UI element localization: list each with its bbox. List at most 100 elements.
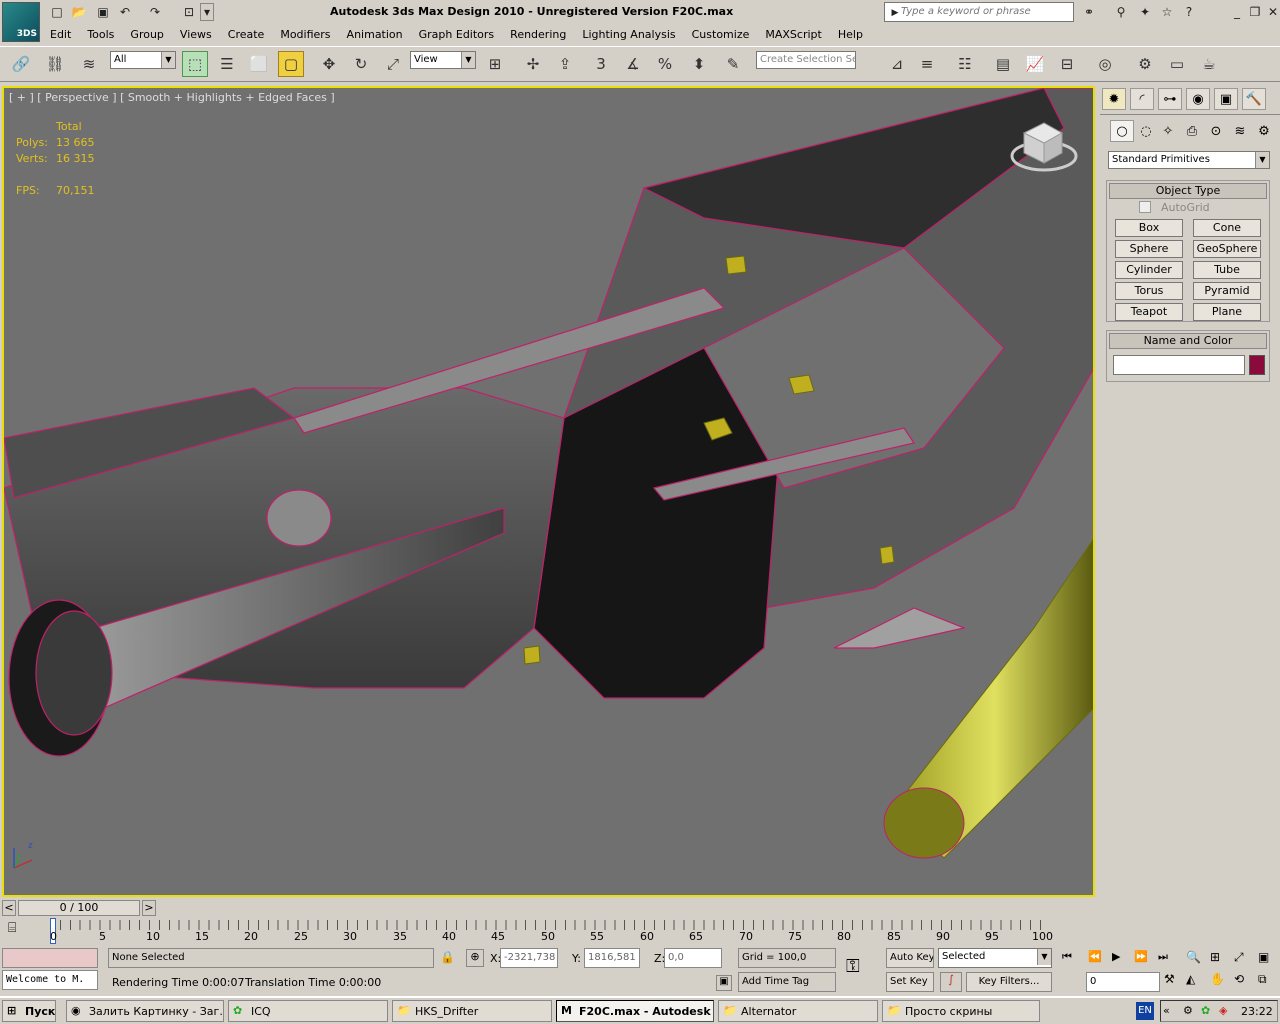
taskbar-item-hks-drifter[interactable]: 📁 HKS_Drifter [392, 1000, 552, 1022]
material-editor-icon[interactable]: ◎ [1092, 51, 1118, 77]
time-tag-icon[interactable]: ▣ [716, 975, 732, 991]
favorites-star-icon[interactable]: ☆ [1158, 3, 1176, 21]
render-teapot-icon[interactable]: ☕ [1196, 51, 1222, 77]
taskbar-item-icq[interactable]: ✿ ICQ [228, 1000, 388, 1022]
rendered-frame-window-icon[interactable]: ▭ [1164, 51, 1190, 77]
maxscript-mini-listener[interactable]: Welcome to M. [2, 970, 98, 990]
prev-frame-arrow-icon[interactable]: < [2, 900, 16, 916]
unlink-icon[interactable]: ⛓ [42, 51, 68, 77]
percent-snap-icon[interactable]: % [652, 51, 678, 77]
zoom-all-icon[interactable]: ⊞ [1210, 950, 1220, 964]
torus-button[interactable]: Torus [1115, 282, 1183, 300]
key-filter-dropdown[interactable]: Selected ▼ [938, 948, 1052, 968]
start-button[interactable]: ⊞ Пуск [2, 1000, 56, 1022]
pyramid-button[interactable]: Pyramid [1193, 282, 1261, 300]
lights-category-icon[interactable]: ✧ [1156, 120, 1180, 142]
mirror-icon[interactable]: ⊿ [884, 51, 910, 77]
object-name-input[interactable] [1113, 355, 1245, 375]
curve-editor-icon[interactable]: 📈 [1022, 51, 1048, 77]
systems-category-icon[interactable]: ⚙ [1252, 120, 1276, 142]
menu-lighting-analysis[interactable]: Lighting Analysis [574, 26, 683, 44]
create-tab-icon[interactable]: ✹ [1102, 88, 1126, 110]
menu-animation[interactable]: Animation [339, 26, 411, 44]
maxscript-mini-listener-top[interactable] [2, 948, 98, 968]
zoom-extents-all-icon[interactable]: ▣ [1258, 950, 1269, 964]
restore-icon[interactable]: ❐ [1246, 3, 1264, 21]
name-and-color-header[interactable]: Name and Color [1109, 333, 1267, 349]
current-frame-spinner[interactable]: 0 [1086, 972, 1160, 992]
menu-graph-editors[interactable]: Graph Editors [411, 26, 503, 44]
save-file-icon[interactable]: ▣ [94, 3, 112, 21]
key-filters-button[interactable]: Key Filters... [966, 972, 1052, 992]
new-file-icon[interactable]: □ [48, 3, 66, 21]
binoculars-icon[interactable]: ⚭ [1080, 3, 1098, 21]
select-object-icon[interactable]: ⬚ [182, 51, 208, 77]
set-key-button[interactable]: Set Key [886, 972, 934, 992]
select-and-manipulate-icon[interactable]: ✢ [520, 51, 546, 77]
set-keys-key-icon[interactable]: ⚿ [846, 956, 860, 977]
cone-button[interactable]: Cone [1193, 219, 1261, 237]
layer-manager-icon[interactable]: ☷ [952, 51, 978, 77]
object-category-dropdown[interactable]: Standard Primitives ▼ [1108, 151, 1270, 169]
next-frame-arrow-icon[interactable]: > [142, 900, 156, 916]
cylinder-button[interactable]: Cylinder [1115, 261, 1183, 279]
teapot-button[interactable]: Teapot [1115, 303, 1183, 321]
render-setup-icon[interactable]: ⚙ [1132, 51, 1158, 77]
selection-lock-icon[interactable]: 🔒 [440, 950, 455, 964]
angle-snap-icon[interactable]: ∡ [620, 51, 646, 77]
close-icon[interactable]: ✕ [1264, 3, 1280, 21]
tray-icq-icon[interactable]: ✿ [1201, 1004, 1210, 1017]
pan-view-icon[interactable]: ✋ [1210, 972, 1225, 986]
shapes-category-icon[interactable]: ◌ [1134, 120, 1158, 142]
help-icon[interactable]: ? [1180, 3, 1198, 21]
align-icon[interactable]: ≡ [914, 51, 940, 77]
window-crossing-icon[interactable]: ▢ [278, 51, 304, 77]
pivot-center-icon[interactable]: ⊞ [482, 51, 508, 77]
object-color-swatch[interactable] [1249, 355, 1265, 375]
open-file-icon[interactable]: 📂 [70, 3, 88, 21]
helpers-category-icon[interactable]: ⊙ [1204, 120, 1228, 142]
select-and-link-icon[interactable]: 🔗 [8, 51, 34, 77]
graphite-modeling-icon[interactable]: ▤ [990, 51, 1016, 77]
hierarchy-tab-icon[interactable]: ⊶ [1158, 88, 1182, 110]
geosphere-button[interactable]: GeoSphere [1193, 240, 1261, 258]
tray-antivirus-icon[interactable]: ◈ [1219, 1004, 1227, 1017]
object-type-header[interactable]: Object Type [1109, 183, 1267, 199]
menu-group[interactable]: Group [122, 26, 172, 44]
select-and-rotate-icon[interactable]: ↻ [348, 51, 374, 77]
select-and-move-icon[interactable]: ✥ [316, 51, 342, 77]
taskbar-item-alternator[interactable]: 📁 Alternator [718, 1000, 878, 1022]
track-bar[interactable]: ⌸ 0 5 10 15 20 25 30 35 40 45 50 55 60 6… [0, 918, 1100, 946]
edit-named-selection-icon[interactable]: ✎ [720, 51, 746, 77]
redo-icon[interactable]: ↷ [146, 3, 164, 21]
orbit-icon[interactable]: ⟲ [1234, 972, 1244, 986]
menu-rendering[interactable]: Rendering [502, 26, 574, 44]
geometry-category-icon[interactable]: ○ [1110, 120, 1134, 142]
application-logo-button[interactable]: 3DS [2, 2, 40, 42]
perspective-viewport[interactable]: z [ + ] [ Perspective ] [ Smooth + Highl… [2, 86, 1095, 897]
tray-network-icon[interactable]: ⚙ [1183, 1004, 1193, 1017]
project-folder-icon[interactable]: ⊡ [180, 3, 198, 21]
quick-access-dropdown-icon[interactable]: ▾ [200, 3, 214, 21]
maximize-viewport-icon[interactable]: ⧉ [1258, 972, 1267, 987]
reference-coordinate-dropdown[interactable]: View ▼ [410, 51, 476, 69]
snaps-toggle-icon[interactable]: 3 [588, 51, 614, 77]
play-icon[interactable]: ▶ [1112, 950, 1120, 963]
search-input[interactable]: Type a keyword or phrase [884, 2, 1074, 22]
taskbar-item-browser[interactable]: ◉ Залить Картинку - Заг... [66, 1000, 224, 1022]
menu-edit[interactable]: Edit [42, 26, 79, 44]
sphere-button[interactable]: Sphere [1115, 240, 1183, 258]
menu-customize[interactable]: Customize [684, 26, 758, 44]
subscription-center-icon[interactable]: ⚲ [1112, 3, 1130, 21]
rectangular-selection-icon[interactable]: ⬜ [246, 51, 272, 77]
keyboard-shortcut-override-icon[interactable]: ⇪ [552, 51, 578, 77]
menu-tools[interactable]: Tools [79, 26, 122, 44]
taskbar-item-3dsmax[interactable]: M F20C.max - Autodesk ... [556, 1000, 714, 1022]
selection-filter-dropdown[interactable]: All ▼ [110, 51, 176, 69]
display-tab-icon[interactable]: ▣ [1214, 88, 1238, 110]
taskbar-item-screens[interactable]: 📁 Просто скрины [882, 1000, 1040, 1022]
named-selection-set-input[interactable]: Create Selection Se [756, 51, 856, 69]
menu-maxscript[interactable]: MAXScript [757, 26, 829, 44]
absolute-mode-transform-icon[interactable]: ⊕ [466, 949, 484, 967]
next-frame-icon[interactable]: ⏩ [1134, 950, 1148, 963]
